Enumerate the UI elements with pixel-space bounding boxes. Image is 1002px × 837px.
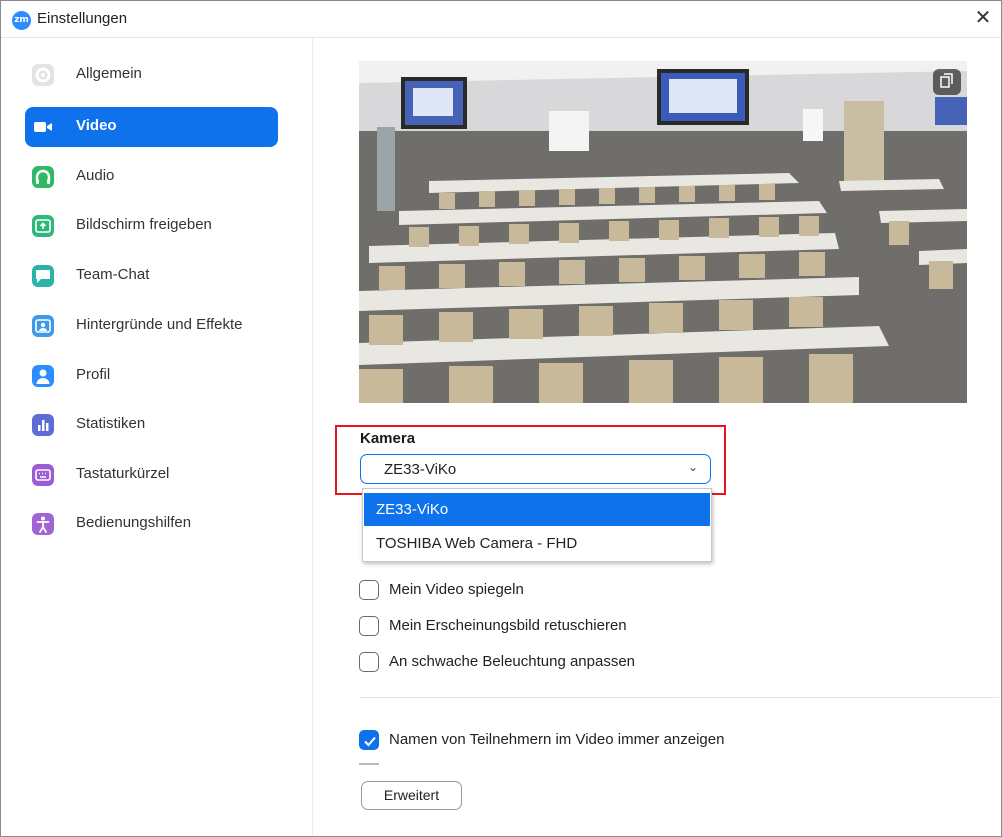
sidebar-item-team-chat[interactable]: Team-Chat xyxy=(25,256,278,296)
touch-up-label: Mein Erscheinungsbild retuschieren xyxy=(389,617,627,634)
accessibility-icon xyxy=(32,513,54,535)
zoom-logo-icon: zm xyxy=(12,11,31,30)
sidebar-item-allgemein[interactable]: Allgemein xyxy=(25,55,278,95)
camera-option-ze33-viko[interactable]: ZE33-ViKo xyxy=(364,493,710,526)
low-light-label: An schwache Beleuchtung anpassen xyxy=(389,653,636,670)
sidebar-item-label: Bildschirm freigeben xyxy=(76,216,212,233)
section-divider xyxy=(359,697,999,698)
headphones-icon xyxy=(32,166,54,188)
sidebar-item-label: Video xyxy=(76,117,117,134)
sidebar-item-video[interactable]: Video xyxy=(25,107,278,147)
sidebar-item-audio[interactable]: Audio xyxy=(25,157,278,197)
gear-icon xyxy=(32,64,54,86)
show-names-label: Namen von Teilnehmern im Video immer anz… xyxy=(389,731,725,748)
sidebar-item-bedienungshilfen[interactable]: Bedienungshilfen xyxy=(25,504,278,544)
mirror-video-label: Mein Video spiegeln xyxy=(389,581,524,598)
background-icon xyxy=(32,315,54,337)
sidebar-item-label: Statistiken xyxy=(76,415,146,432)
sidebar-item-statistiken[interactable]: Statistiken xyxy=(25,405,278,445)
sidebar-item-label: Team-Chat xyxy=(76,266,150,283)
sidebar-item-profil[interactable]: Profil xyxy=(25,356,278,396)
sidebar-item-label: Bedienungshilfen xyxy=(76,514,192,531)
mirror-video-checkbox[interactable] xyxy=(359,580,379,600)
video-camera-icon xyxy=(32,116,54,138)
sidebar-item-label: Tastaturkürzel xyxy=(76,465,170,482)
chat-icon xyxy=(32,265,54,287)
annotation-highlight-box xyxy=(335,425,726,495)
settings-window: zm Einstellungen ✕ Allgemein Video Audio xyxy=(0,0,1002,837)
sidebar-item-label: Allgemein xyxy=(76,65,142,82)
window-title: Einstellungen xyxy=(37,10,128,27)
sidebar-item-label: Hintergründe und Effekte xyxy=(76,316,243,333)
camera-dropdown-list: ZE33-ViKo TOSHIBA Web Camera - FHD xyxy=(362,488,712,562)
show-names-checkbox[interactable] xyxy=(359,730,379,750)
camera-option-toshiba[interactable]: TOSHIBA Web Camera - FHD xyxy=(364,527,710,560)
profile-icon xyxy=(32,365,54,387)
clipped-checkbox xyxy=(359,763,379,765)
sidebar-item-tastaturkuerzel[interactable]: Tastaturkürzel xyxy=(25,455,278,495)
sidebar-item-label: Audio xyxy=(76,167,115,184)
sidebar-item-label: Profil xyxy=(76,366,111,383)
touch-up-checkbox[interactable] xyxy=(359,616,379,636)
sidebar-item-hintergruende[interactable]: Hintergründe und Effekte xyxy=(25,306,278,346)
video-preview xyxy=(359,61,967,403)
title-bar: zm Einstellungen ✕ xyxy=(1,1,1001,38)
settings-sidebar: Allgemein Video Audio Bildschirm freigeb… xyxy=(1,38,313,836)
sidebar-item-bildschirm-freigeben[interactable]: Bildschirm freigeben xyxy=(25,206,278,246)
statistics-icon xyxy=(32,414,54,436)
low-light-checkbox[interactable] xyxy=(359,652,379,672)
share-screen-icon xyxy=(32,215,54,237)
checkmark-icon xyxy=(364,736,376,747)
advanced-button[interactable]: Erweitert xyxy=(361,781,462,810)
keyboard-icon xyxy=(32,464,54,486)
close-button[interactable]: ✕ xyxy=(965,1,1001,37)
